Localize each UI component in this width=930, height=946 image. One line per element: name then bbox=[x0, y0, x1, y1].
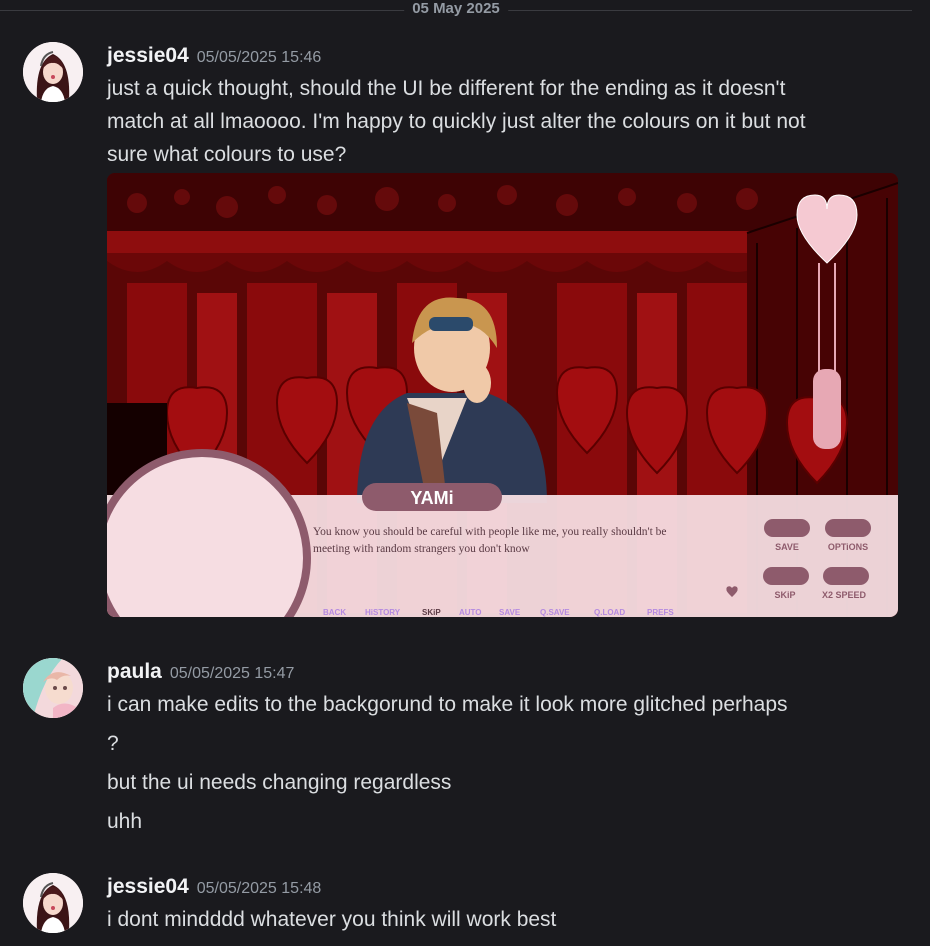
qm-prefs[interactable]: PREFS bbox=[647, 608, 674, 617]
qm-back[interactable]: BACK bbox=[323, 608, 346, 617]
message-line: but the ui needs changing regardless bbox=[107, 771, 452, 794]
message-line: uhh bbox=[107, 810, 143, 833]
qm-auto[interactable]: AUTO bbox=[459, 608, 482, 617]
message-line: i can make edits to the backgorund to ma… bbox=[107, 693, 788, 716]
username[interactable]: jessie04 bbox=[107, 875, 189, 898]
dialogue-line: You know you should be careful with peop… bbox=[313, 526, 667, 538]
date-divider: 05 May 2025 bbox=[0, 0, 912, 20]
dialogue-line: meeting with random strangers you don't … bbox=[313, 543, 530, 555]
avatar-image bbox=[23, 42, 83, 102]
character-name: YAMi bbox=[410, 488, 453, 508]
message-content: i dont mindddd whatever you think will w… bbox=[107, 903, 556, 936]
message-line: just a quick thought, should the UI be d… bbox=[107, 77, 786, 100]
qm-history[interactable]: HiSTORY bbox=[365, 608, 401, 617]
message-line: sure what colours to use? bbox=[107, 143, 347, 166]
timestamp: 05/05/2025 15:46 bbox=[196, 49, 322, 66]
game-button-options[interactable]: OPTiONS bbox=[825, 519, 871, 552]
avatar[interactable] bbox=[23, 873, 83, 933]
qm-skip[interactable]: SKiP bbox=[422, 608, 441, 617]
message-line: i dont mindddd whatever you think will w… bbox=[107, 908, 557, 931]
skip-label: SKiP bbox=[774, 590, 795, 600]
avatar-image bbox=[23, 873, 83, 933]
game-button-speed[interactable]: X2 SPEED bbox=[822, 567, 869, 600]
speed-label: X2 SPEED bbox=[822, 590, 867, 600]
message-line: match at all lmaoooo. I'm happy to quick… bbox=[107, 110, 806, 133]
avatar[interactable] bbox=[23, 42, 83, 102]
options-label: OPTiONS bbox=[828, 542, 868, 552]
avatar-image bbox=[23, 658, 83, 718]
divider-date: 05 May 2025 bbox=[404, 0, 508, 18]
image-attachment[interactable]: YAMi You know you should be careful with… bbox=[107, 173, 898, 617]
qm-save[interactable]: SAVE bbox=[499, 608, 521, 617]
message-content: i can make edits to the backgorund to ma… bbox=[107, 688, 788, 838]
message-line: ? bbox=[107, 732, 119, 755]
message-content: just a quick thought, should the UI be d… bbox=[107, 72, 806, 171]
timestamp: 05/05/2025 15:48 bbox=[196, 880, 322, 897]
username[interactable]: jessie04 bbox=[107, 44, 189, 67]
qm-qload[interactable]: Q.LOAD bbox=[594, 608, 625, 617]
qm-qsave[interactable]: Q.SAVE bbox=[540, 608, 570, 617]
username[interactable]: paula bbox=[107, 660, 162, 683]
timestamp: 05/05/2025 15:47 bbox=[169, 665, 295, 682]
quick-menu: BACK HiSTORY SKiP AUTO SAVE Q.SAVE Q.LOA… bbox=[323, 608, 674, 617]
avatar[interactable] bbox=[23, 658, 83, 718]
save-label: SAVE bbox=[775, 542, 799, 552]
